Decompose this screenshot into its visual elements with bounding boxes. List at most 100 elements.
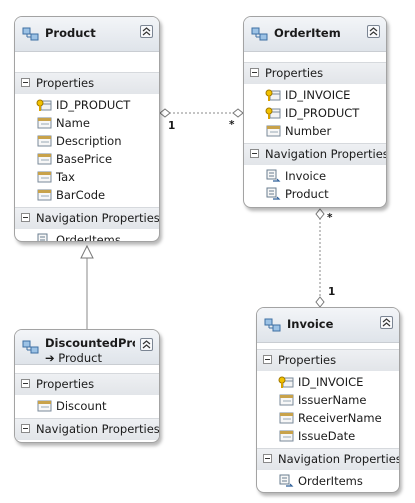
property-name: Tax [56, 170, 75, 184]
property-list: ID_INVOICE IssuerName ReceiverName Issue… [257, 371, 399, 448]
entity-product[interactable]: Product Properties ID_PRODUCT Name Descr… [14, 16, 160, 242]
property-row[interactable]: BarCode [15, 186, 159, 204]
collapse-section-icon[interactable] [21, 379, 30, 388]
navigation-property-icon [266, 187, 281, 200]
property-name: Number [285, 124, 332, 138]
navigation-section-header[interactable]: Navigation Properties [257, 448, 399, 470]
section-label: Properties [265, 66, 324, 80]
collapse-section-icon[interactable] [250, 68, 259, 77]
property-list: ID_PRODUCT Name Description BasePrice Ta… [15, 94, 159, 207]
base-type-label: ➔ Product [45, 351, 102, 365]
navigation-list: Invoice Product [244, 165, 386, 206]
property-row[interactable]: IssuerName [257, 391, 399, 409]
navigation-row[interactable]: OrderItems [257, 472, 399, 490]
navigation-section-header[interactable]: Navigation Properties [244, 143, 386, 165]
key-property-icon [265, 89, 281, 101]
section-label: Navigation Properties [278, 452, 400, 466]
property-row[interactable]: ID_INVOICE [244, 86, 386, 104]
property-row[interactable]: Discount [15, 397, 159, 415]
section-label: Navigation Properties [36, 211, 160, 225]
property-row[interactable]: BasePrice [15, 150, 159, 168]
chevron-up-icon [142, 27, 151, 36]
property-name: Discount [56, 399, 107, 413]
navigation-row[interactable]: OrderItems [15, 231, 159, 242]
collapse-section-icon[interactable] [21, 424, 30, 433]
entity-name: Invoice [287, 317, 334, 331]
chevron-up-icon [142, 340, 151, 349]
property-row[interactable]: Name [15, 114, 159, 132]
property-icon [279, 412, 294, 424]
property-name: ID_PRODUCT [285, 106, 360, 120]
properties-section-header[interactable]: Properties [244, 62, 386, 84]
property-icon [37, 400, 52, 412]
property-name: ID_INVOICE [298, 375, 364, 389]
collapse-section-icon[interactable] [250, 149, 259, 158]
entity-header[interactable]: Product [15, 17, 159, 52]
properties-section-header[interactable]: Properties [15, 373, 159, 395]
property-list: Discount [15, 395, 159, 418]
collapse-section-icon[interactable] [263, 355, 272, 364]
property-row[interactable]: Number [244, 122, 386, 140]
entity-type-icon [264, 318, 281, 332]
property-row[interactable]: ID_INVOICE [257, 373, 399, 391]
entity-header[interactable]: Invoice [257, 308, 399, 343]
property-name: Name [56, 116, 90, 130]
key-property-icon [278, 376, 294, 388]
collapse-button[interactable] [140, 25, 153, 38]
collapse-section-icon[interactable] [21, 213, 30, 222]
property-icon [279, 394, 294, 406]
properties-section-header[interactable]: Properties [257, 349, 399, 371]
property-icon [37, 189, 52, 201]
property-row[interactable]: ReceiverName [257, 409, 399, 427]
entity-orderitem[interactable]: OrderItem Properties ID_INVOICE ID_PRODU… [243, 16, 387, 208]
section-label: Navigation Properties [265, 147, 387, 161]
properties-section-header[interactable]: Properties [15, 72, 159, 94]
property-row[interactable]: ID_PRODUCT [244, 104, 386, 122]
entity-name: DiscountedPro... [45, 336, 135, 350]
navigation-section-header[interactable]: Navigation Properties [15, 418, 159, 440]
entity-discounted-product[interactable]: DiscountedPro... ➔ Product Properties Di… [14, 329, 160, 443]
navigation-row[interactable]: Product [244, 185, 386, 203]
entity-header[interactable]: OrderItem [244, 17, 386, 52]
property-name: IssueDate [298, 429, 356, 443]
entity-type-icon [251, 27, 268, 41]
navigation-property-icon [266, 169, 281, 182]
navigation-name: OrderItems [56, 233, 121, 242]
entity-header[interactable]: DiscountedPro... ➔ Product [15, 330, 159, 365]
entity-invoice[interactable]: Invoice Properties ID_INVOICE IssuerName… [256, 307, 400, 493]
property-row[interactable]: IssueDate [257, 427, 399, 445]
navigation-name: Invoice [285, 169, 327, 183]
navigation-property-icon [37, 233, 48, 241]
property-icon [37, 153, 52, 165]
property-row[interactable]: ID_PRODUCT [15, 96, 159, 114]
property-icon [37, 171, 52, 183]
property-name: Description [56, 134, 122, 148]
property-icon [279, 430, 294, 442]
section-label: Navigation Properties [36, 422, 160, 436]
navigation-name: OrderItems [298, 474, 363, 488]
entity-type-icon [22, 27, 39, 41]
section-label: Properties [36, 76, 95, 90]
collapse-button[interactable] [367, 25, 380, 38]
collapse-button[interactable] [140, 338, 153, 351]
property-icon [266, 125, 281, 137]
key-property-icon [36, 99, 52, 111]
collapse-section-icon[interactable] [21, 78, 30, 87]
navigation-section-header[interactable]: Navigation Properties [15, 207, 159, 229]
property-row[interactable]: Tax [15, 168, 159, 186]
multiplicity-product-end: 1 [168, 120, 176, 132]
association-end-invoice [315, 296, 325, 308]
property-icon [37, 117, 52, 129]
collapse-button[interactable] [380, 316, 393, 329]
navigation-list: OrderItems [15, 229, 159, 242]
property-icon [37, 135, 52, 147]
section-label: Properties [36, 377, 95, 391]
property-name: ID_INVOICE [285, 88, 351, 102]
navigation-row[interactable]: Invoice [244, 167, 386, 185]
property-name: BasePrice [56, 152, 113, 166]
property-name: ReceiverName [298, 411, 382, 425]
chevron-up-icon [369, 27, 378, 36]
property-row[interactable]: Description [15, 132, 159, 150]
key-property-icon [265, 107, 281, 119]
collapse-section-icon[interactable] [263, 454, 272, 463]
